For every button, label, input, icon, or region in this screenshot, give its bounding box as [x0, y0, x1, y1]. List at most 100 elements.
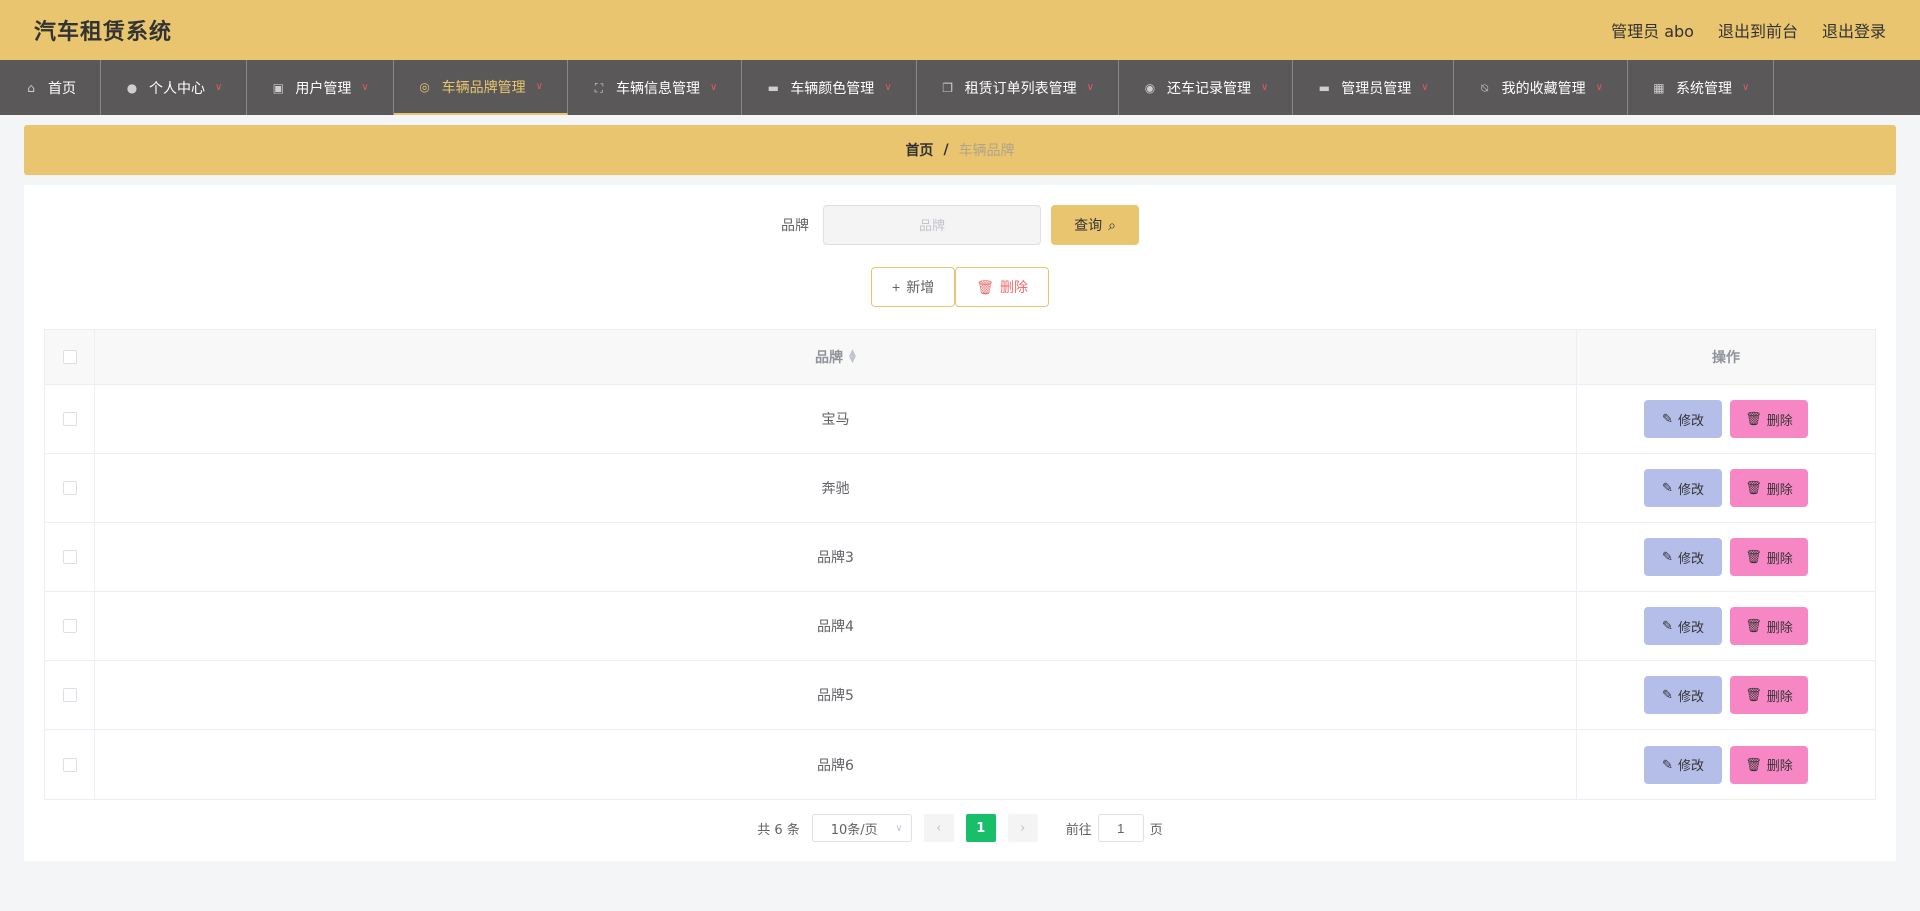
nav-item-user-manage[interactable]: ▣ 用户管理 ∨: [247, 60, 394, 115]
delete-button[interactable]: 🗑 删除: [1730, 745, 1808, 784]
top-bar: 汽车租赁系统 管理员 abo 退出到前台 退出登录: [0, 0, 1920, 60]
nav-item-rental-orders[interactable]: ❐ 租赁订单列表管理 ∨: [917, 60, 1119, 115]
prev-page-button[interactable]: ‹: [923, 814, 954, 842]
row-actions: ✎ 修改 🗑 删除: [1577, 730, 1875, 799]
row-actions: ✎ 修改 🗑 删除: [1577, 385, 1875, 453]
search-form: 品牌 查询 ⌕: [24, 185, 1896, 245]
select-all-checkbox[interactable]: [62, 350, 77, 364]
home-icon: ⌂: [27, 80, 35, 95]
trash-icon: 🗑: [976, 278, 994, 295]
row-actions: ✎ 修改 🗑 删除: [1577, 661, 1875, 729]
nav-item-label: 个人中心: [149, 80, 205, 97]
to-front-link[interactable]: 退出到前台: [1718, 18, 1798, 42]
breadcrumb-separator: /: [943, 142, 949, 158]
batch-delete-button[interactable]: 🗑 删除: [955, 267, 1049, 307]
brand-cell: 宝马: [95, 385, 1577, 453]
edit-icon: ✎: [1662, 618, 1673, 633]
delete-button-label: 删除: [1766, 619, 1793, 635]
nav-item-home[interactable]: ⌂ 首页: [0, 60, 101, 115]
edit-button[interactable]: ✎ 修改: [1644, 676, 1722, 714]
edit-button-label: 修改: [1677, 412, 1704, 428]
bell-off-icon: ⍉: [1481, 80, 1489, 95]
brand-column-header[interactable]: 品牌 ▲ ▼: [95, 330, 1577, 384]
nav-item-favorites[interactable]: ⍉ 我的收藏管理 ∨: [1454, 60, 1628, 115]
current-user-label: 管理员 abo: [1611, 22, 1694, 41]
breadcrumb-home[interactable]: 首页: [905, 140, 933, 160]
brand-search-input[interactable]: [823, 205, 1041, 245]
total-count: 共 6 条: [757, 822, 800, 838]
edit-button[interactable]: ✎ 修改: [1644, 607, 1722, 645]
delete-button[interactable]: 🗑 删除: [1730, 676, 1808, 714]
trash-icon: 🗑: [1745, 756, 1762, 772]
table-row: 品牌4 ✎ 修改 🗑 删除: [45, 592, 1875, 661]
table-row: 品牌5 ✎ 修改 🗑 删除: [45, 661, 1875, 730]
edit-button[interactable]: ✎ 修改: [1644, 745, 1722, 784]
chevron-down-icon: ∨: [709, 82, 718, 93]
row-checkbox[interactable]: [62, 550, 77, 564]
nav-item-system[interactable]: ▦ 系统管理 ∨: [1628, 60, 1775, 115]
row-checkbox[interactable]: [62, 481, 77, 495]
nav-item-label: 用户管理: [295, 80, 352, 97]
search-icon: ⌕: [1108, 216, 1116, 233]
row-checkbox-cell: [45, 661, 95, 729]
page-number-current[interactable]: 1: [965, 814, 996, 842]
action-buttons: + 新增 🗑 删除: [24, 267, 1896, 307]
logout-link[interactable]: 退出登录: [1822, 18, 1886, 42]
brand-column-label: 品牌: [815, 350, 844, 366]
copy-icon: ❐: [942, 80, 954, 95]
delete-button[interactable]: 🗑 删除: [1730, 400, 1808, 438]
trash-icon: 🗑: [1745, 618, 1762, 633]
user-manage-icon: ▣: [272, 80, 284, 95]
nav-item-admin-manage[interactable]: ▬ 管理员管理 ∨: [1293, 60, 1454, 115]
chevron-down-icon: ∨: [1260, 82, 1269, 93]
chevron-down-icon: ∨: [884, 82, 892, 93]
edit-button[interactable]: ✎ 修改: [1644, 469, 1722, 507]
add-button[interactable]: + 新增: [871, 267, 956, 307]
table-row: 品牌6 ✎ 修改 🗑 删除: [45, 730, 1875, 799]
nav-item-label: 首页: [48, 80, 76, 97]
nav-item-label: 系统管理: [1675, 80, 1732, 97]
edit-button[interactable]: ✎ 修改: [1644, 400, 1722, 438]
operation-column-label: 操作: [1712, 350, 1740, 366]
row-actions: ✎ 修改 🗑 删除: [1577, 592, 1875, 660]
nav-item-label: 租赁订单列表管理: [964, 80, 1077, 97]
table-row: 品牌3 ✎ 修改 🗑 删除: [45, 523, 1875, 592]
trash-icon: 🗑: [1745, 411, 1762, 426]
chevron-down-icon: ∨: [1086, 82, 1094, 93]
next-page-button[interactable]: ›: [1007, 814, 1038, 842]
row-checkbox[interactable]: [62, 757, 77, 772]
query-button[interactable]: 查询 ⌕: [1051, 205, 1139, 245]
nav-item-return-records[interactable]: ◉ 还车记录管理 ∨: [1119, 60, 1294, 115]
nav-item-brand-manage[interactable]: ◎ 车辆品牌管理 ∨: [393, 60, 568, 115]
chevron-down-icon: ∨: [361, 82, 369, 93]
nav-item-label: 车辆品牌管理: [441, 79, 526, 96]
nav-item-label: 还车记录管理: [1166, 80, 1251, 97]
delete-button[interactable]: 🗑 删除: [1730, 538, 1808, 576]
trash-icon: 🗑: [1745, 687, 1762, 702]
top-links: 管理员 abo 退出到前台 退出登录: [1611, 18, 1886, 42]
nav-item-vehicle-info[interactable]: ⛶ 车辆信息管理 ∨: [568, 60, 743, 115]
delete-button[interactable]: 🗑 删除: [1730, 469, 1808, 507]
row-checkbox-cell: [45, 454, 95, 522]
brand-cell: 品牌4: [95, 592, 1577, 660]
brand-cell: 品牌3: [95, 523, 1577, 591]
nav-item-vehicle-color[interactable]: ▬ 车辆颜色管理 ∨: [742, 60, 917, 115]
trash-icon: 🗑: [1745, 549, 1762, 564]
edit-button-label: 修改: [1677, 619, 1704, 635]
page-size-select[interactable]: 10条/页 ∨: [811, 814, 912, 842]
chevron-down-icon: ∨: [1741, 82, 1750, 93]
goto-page-input[interactable]: [1097, 814, 1144, 842]
table-header: 品牌 ▲ ▼ 操作: [45, 330, 1875, 385]
delete-button[interactable]: 🗑 删除: [1730, 607, 1808, 645]
brand-cell: 品牌5: [95, 661, 1577, 729]
row-checkbox-cell: [45, 730, 95, 799]
user-icon: ●: [126, 80, 138, 95]
row-checkbox[interactable]: [62, 688, 77, 702]
nav-item-label: 车辆信息管理: [615, 80, 700, 97]
row-checkbox[interactable]: [62, 619, 77, 633]
query-button-label: 查询: [1074, 217, 1103, 233]
edit-button[interactable]: ✎ 修改: [1644, 538, 1722, 576]
sort-icon[interactable]: ▲ ▼: [849, 349, 856, 365]
nav-item-personal-center[interactable]: ● 个人中心 ∨: [101, 60, 248, 115]
row-checkbox[interactable]: [62, 412, 77, 426]
